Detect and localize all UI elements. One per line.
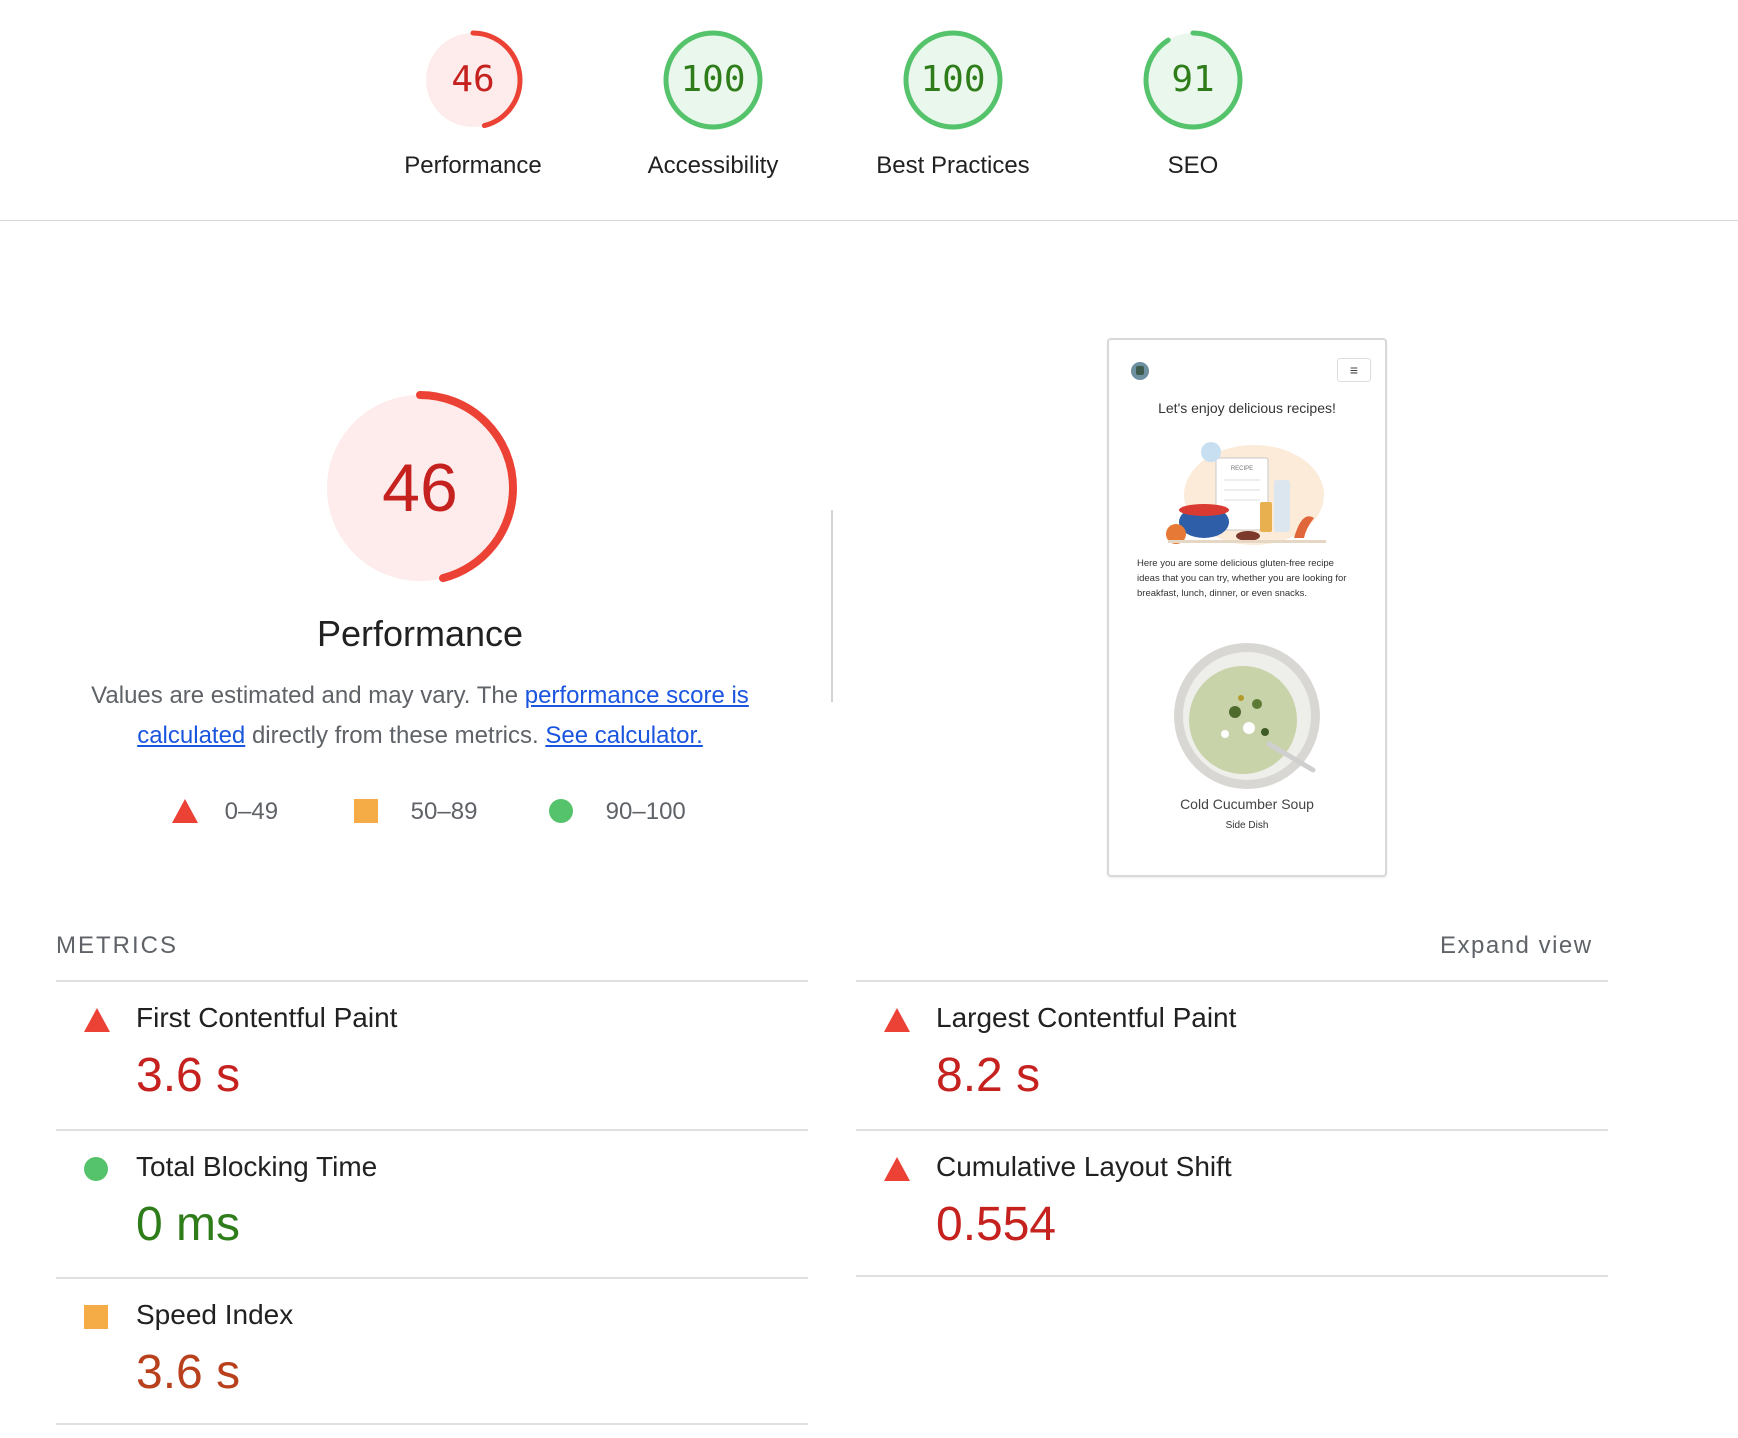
category-performance[interactable]: 46 Performance — [353, 28, 593, 180]
metric-first-contentful-paint[interactable]: First Contentful Paint 3.6 s — [56, 982, 776, 1122]
metrics-divider — [56, 1423, 808, 1425]
performance-score: 46 — [451, 59, 495, 100]
desc-prefix: Values are estimated and may vary. The — [91, 682, 525, 709]
illustration-text: RECIPE — [1231, 466, 1253, 472]
metric-label: Total Blocking Time — [136, 1151, 378, 1182]
square-icon — [354, 799, 378, 823]
category-best-practices[interactable]: 100 Best Practices — [833, 28, 1073, 180]
metric-speed-index[interactable]: Speed Index 3.6 s — [56, 1279, 776, 1419]
desc-middle: directly from these metrics. — [245, 722, 546, 749]
expand-view-button[interactable]: Expand view — [1440, 932, 1593, 960]
legend-fail: 0–49 — [172, 795, 278, 829]
legend-fail-range: 0–49 — [224, 798, 279, 825]
screenshot-intro: Here you are some delicious gluten-free … — [1137, 558, 1347, 599]
performance-big-gauge: 46 — [320, 388, 520, 588]
legend-average: 50–89 — [354, 795, 477, 829]
screenshot-recipe-category: Side Dish — [1225, 820, 1269, 831]
metric-value: 0.554 — [936, 1198, 1057, 1251]
accessibility-gauge[interactable]: 100 — [661, 28, 765, 132]
performance-big-score: 46 — [382, 450, 458, 526]
recipe-illustration: RECIPE — [1166, 442, 1326, 545]
fail-triangle-icon — [884, 1157, 910, 1181]
seo-score: 91 — [1171, 59, 1215, 100]
category-accessibility[interactable]: 100 Accessibility — [593, 28, 833, 180]
metric-total-blocking-time[interactable]: Total Blocking Time 0 ms — [56, 1131, 776, 1271]
metric-value: 0 ms — [136, 1198, 241, 1251]
soup-image — [1174, 643, 1320, 789]
performance-label: Performance — [404, 152, 542, 179]
vertical-divider — [831, 510, 833, 702]
average-square-icon — [84, 1305, 108, 1329]
legend-average-range: 50–89 — [410, 798, 478, 825]
performance-gauge[interactable]: 46 — [421, 28, 525, 132]
metric-value: 3.6 s — [136, 1346, 241, 1399]
metrics-heading: METRICS — [56, 932, 178, 959]
accessibility-score: 100 — [680, 59, 746, 100]
metric-label: First Contentful Paint — [136, 1002, 398, 1033]
metric-cumulative-layout-shift[interactable]: Cumulative Layout Shift 0.554 — [856, 1131, 1576, 1271]
category-seo[interactable]: 91 SEO — [1073, 28, 1313, 180]
performance-description: Values are estimated and may vary. The p… — [70, 676, 770, 756]
page-screenshot[interactable]: ≡ Let's enjoy delicious recipes! RECIPE … — [1107, 338, 1387, 877]
metric-label: Speed Index — [136, 1299, 294, 1330]
circle-icon — [549, 799, 573, 823]
screenshot-headline: Let's enjoy delicious recipes! — [1158, 400, 1336, 416]
pass-circle-icon — [84, 1157, 108, 1181]
see-calculator-link[interactable]: See calculator. — [545, 722, 702, 749]
header-divider — [0, 220, 1738, 221]
metric-largest-contentful-paint[interactable]: Largest Contentful Paint 8.2 s — [856, 982, 1576, 1122]
performance-title: Performance — [316, 613, 524, 654]
metric-value: 8.2 s — [936, 1049, 1041, 1102]
fail-triangle-icon — [884, 1008, 910, 1032]
best-practices-score: 100 — [920, 59, 986, 100]
metric-label: Largest Contentful Paint — [936, 1002, 1237, 1033]
legend-pass-range: 90–100 — [605, 798, 686, 825]
metrics-divider — [856, 1275, 1608, 1277]
triangle-icon — [172, 799, 198, 823]
best-practices-label: Best Practices — [876, 152, 1030, 179]
fail-triangle-icon — [84, 1008, 110, 1032]
metric-label: Cumulative Layout Shift — [936, 1151, 1232, 1182]
legend-pass: 90–100 — [549, 795, 686, 829]
seo-gauge[interactable]: 91 — [1141, 28, 1245, 132]
site-logo-icon — [1131, 362, 1149, 380]
screenshot-recipe-title: Cold Cucumber Soup — [1180, 796, 1314, 812]
accessibility-label: Accessibility — [647, 152, 779, 179]
best-practices-gauge[interactable]: 100 — [901, 28, 1005, 132]
seo-label: SEO — [1167, 152, 1219, 179]
hamburger-icon: ≡ — [1337, 358, 1371, 382]
metric-value: 3.6 s — [136, 1049, 241, 1102]
